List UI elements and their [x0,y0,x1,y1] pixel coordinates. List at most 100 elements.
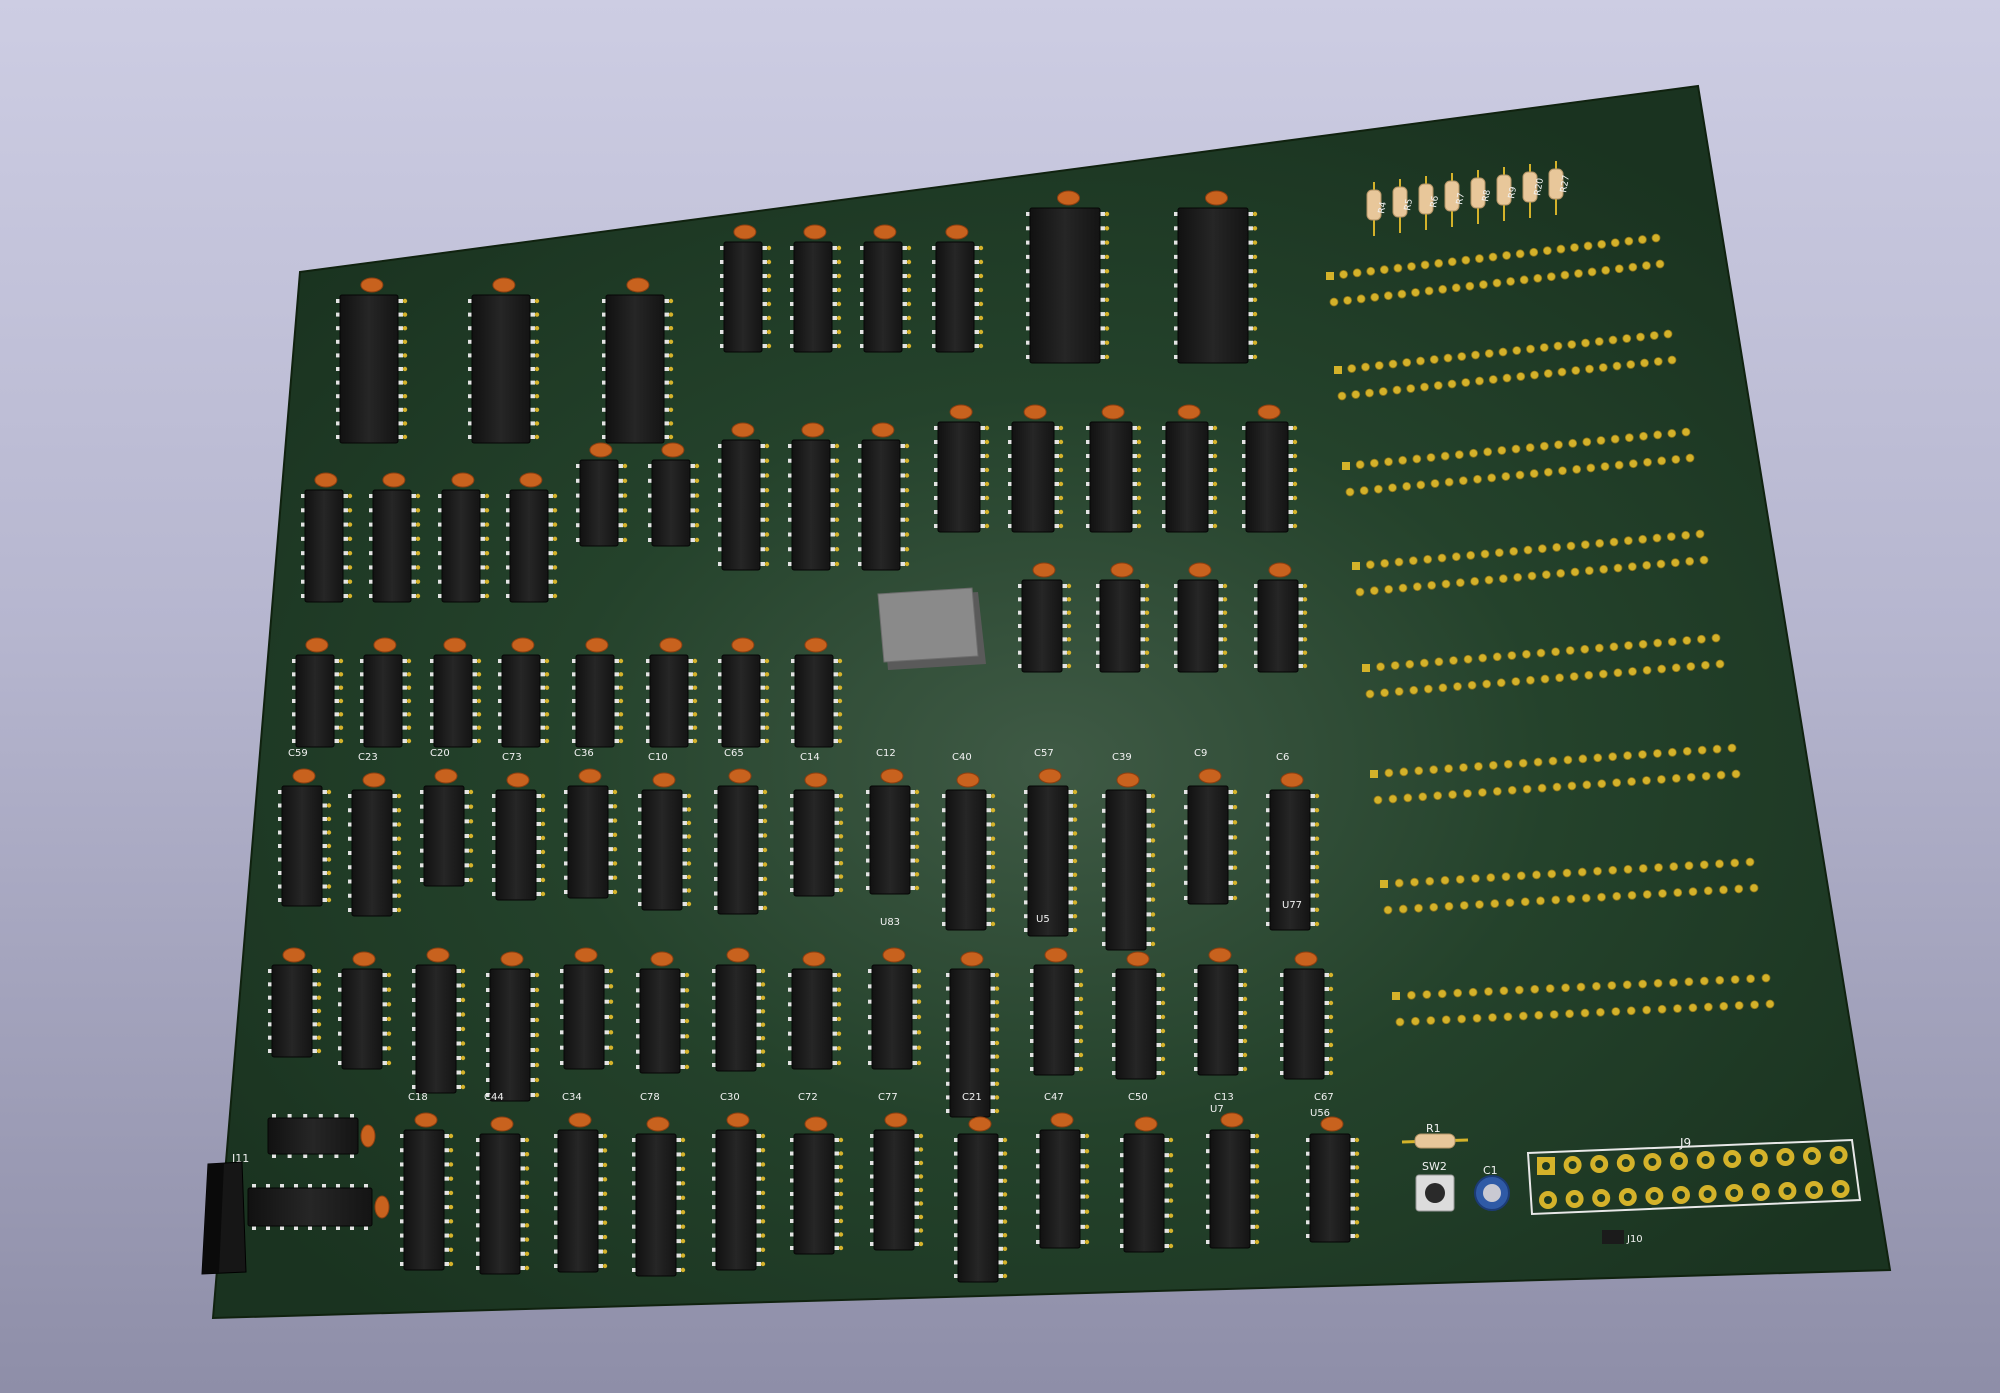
capacitor-label: C47 [1044,1092,1064,1103]
capacitor-label: C72 [798,1092,818,1103]
chip-label: U5 [1036,914,1050,925]
decoupling-capacitor [949,404,973,420]
decoupling-capacitor [1220,1112,1244,1128]
ic-chip-horizontal-lower [247,1184,390,1230]
decoupling-capacitor [1268,562,1292,578]
decoupling-capacitor [1208,947,1232,963]
decoupling-capacitor [956,772,980,788]
decoupling-capacitor [1050,1112,1074,1128]
3d-pcb-viewport[interactable]: R1 SW2 C1 J9 J10 J11 R4 R5 R6 R7 R8 R9 R… [0,0,2000,1393]
capacitor-label: C44 [484,1092,504,1103]
decoupling-capacitor [1044,947,1068,963]
decoupling-capacitor [960,951,984,967]
ic-chip [336,277,408,444]
decoupling-capacitor [382,472,406,488]
decoupling-capacitor [731,637,755,653]
decoupling-capacitor [434,768,458,784]
decoupling-capacitor [873,224,897,240]
decoupling-capacitor [585,637,609,653]
capacitor-label: C14 [800,752,820,763]
decoupling-capacitor [568,1112,592,1128]
capacitor-label: C34 [562,1092,582,1103]
resistor-label: R8 [1481,189,1493,203]
decoupling-capacitor [652,772,676,788]
decoupling-capacitor [1116,772,1140,788]
capacitor-label: C65 [724,748,744,759]
decoupling-capacitor [1126,951,1150,967]
sw2-label: SW2 [1422,1160,1447,1173]
decoupling-capacitor [802,951,826,967]
decoupling-capacitor [1101,404,1125,420]
decoupling-capacitor [1294,951,1318,967]
decoupling-capacitor [626,277,650,293]
decoupling-capacitor [733,224,757,240]
decoupling-capacitor [1023,404,1047,420]
capacitor-label: C40 [952,752,972,763]
chip-label: U7 [1210,1104,1224,1115]
decoupling-capacitor [1188,562,1212,578]
decoupling-capacitor [451,472,475,488]
decoupling-capacitor [659,637,683,653]
pcb-3d-render: R1 SW2 C1 J9 J10 J11 R4 R5 R6 R7 R8 R9 R… [201,84,1892,1320]
decoupling-capacitor [884,1112,908,1128]
decoupling-capacitor [661,442,685,458]
decoupling-capacitor [650,951,674,967]
ic-chip [602,277,674,444]
decoupling-capacitor [352,951,376,967]
capacitor-label: C67 [1314,1092,1334,1103]
decoupling-capacitor [882,947,906,963]
decoupling-capacitor [500,951,524,967]
chip-label: U56 [1310,1108,1330,1119]
capacitor-label: C9 [1194,748,1207,759]
decoupling-capacitor [1257,404,1281,420]
decoupling-capacitor [801,422,825,438]
decoupling-capacitor [414,1112,438,1128]
ic-chip [1174,190,1258,364]
decoupling-capacitor [1198,768,1222,784]
decoupling-capacitor [1320,1116,1344,1132]
capacitor-label: C59 [288,748,308,759]
resistor-label: R6 [1429,195,1441,209]
resistor-label: R4 [1377,201,1389,215]
edge-connector-j11: J11 [201,1152,249,1275]
decoupling-capacitor [1032,562,1056,578]
capacitor-label: C12 [876,748,896,759]
chip-label: U77 [1282,900,1302,911]
decoupling-capacitor [968,1116,992,1132]
capacitor-label: C18 [408,1092,428,1103]
capacitor-label: C6 [1276,752,1289,763]
capacitor-label: C50 [1128,1092,1148,1103]
decoupling-capacitor [803,224,827,240]
resistor-label: R7 [1455,192,1467,206]
resistor-label: R9 [1507,186,1519,200]
decoupling-capacitor [1038,768,1062,784]
ic-chip [1026,190,1110,364]
capacitor-label: C78 [640,1092,660,1103]
capacitor-label: C21 [962,1092,982,1103]
decoupling-capacitor [443,637,467,653]
decoupling-capacitor [804,772,828,788]
decoupling-capacitor [519,472,543,488]
capacitor-label: C36 [574,748,594,759]
crystal-oscillator [877,587,986,670]
decoupling-capacitor [726,1112,750,1128]
capacitor-label: C30 [720,1092,740,1103]
decoupling-capacitor [1110,562,1134,578]
capacitor-label: C57 [1034,748,1054,759]
decoupling-capacitor [426,947,450,963]
decoupling-capacitor [646,1116,670,1132]
decoupling-capacitor [1177,404,1201,420]
decoupling-capacitor [731,422,755,438]
decoupling-capacitor [871,422,895,438]
decoupling-capacitor [804,1116,828,1132]
ic-chip [468,277,540,444]
capacitor-label: C77 [878,1092,898,1103]
decoupling-capacitor [804,637,828,653]
decoupling-capacitor [578,768,602,784]
decoupling-capacitor [492,277,516,293]
decoupling-capacitor [589,442,613,458]
decoupling-capacitor [314,472,338,488]
j10-label: J10 [1626,1234,1643,1245]
resistor-label: R5 [1403,198,1415,212]
decoupling-capacitor [728,768,752,784]
